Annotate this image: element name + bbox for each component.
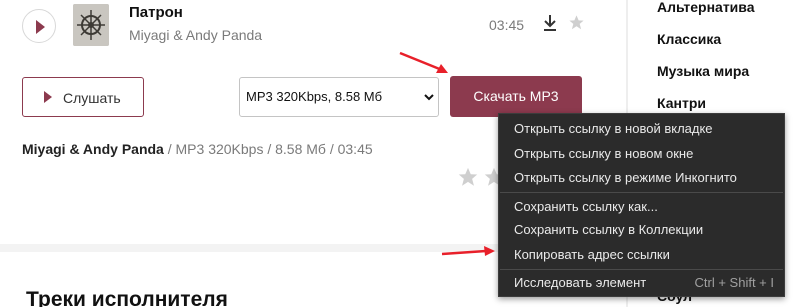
download-mp3-button[interactable]: Скачать MP3: [450, 76, 582, 117]
track-artist[interactable]: Miyagi & Andy Panda: [129, 27, 262, 43]
genre-link[interactable]: Альтернатива: [657, 0, 755, 15]
genre-link[interactable]: Музыка мира: [657, 63, 749, 79]
play-icon: [36, 20, 45, 34]
favorite-star-icon[interactable]: [568, 14, 585, 31]
album-cover: [73, 4, 109, 46]
listen-button[interactable]: Слушать: [22, 77, 144, 117]
format-select-value: MP3 320Kbps, 8.58 Мб: [246, 89, 383, 104]
menu-open-new-tab[interactable]: Открыть ссылку в новой вкладке: [514, 121, 713, 136]
annotation-arrow-icon: [441, 246, 495, 256]
format-select[interactable]: MP3 320Kbps, 8.58 Мб: [239, 77, 439, 117]
genre-link[interactable]: Кантри: [657, 95, 706, 111]
menu-open-incognito[interactable]: Открыть ссылку в режиме Инкогнито: [514, 170, 737, 185]
menu-inspect-element[interactable]: Исследовать элемент: [514, 275, 646, 290]
menu-inspect-shortcut: Ctrl + Shift + I: [694, 275, 774, 290]
play-icon: [44, 91, 52, 103]
download-button-label: Скачать MP3: [473, 88, 559, 104]
chevron-down-icon: [424, 94, 434, 101]
track-meta: Miyagi & Andy Panda / MP3 320Kbps / 8.58…: [22, 141, 373, 157]
annotation-arrow-icon: [399, 51, 448, 73]
track-duration: 03:45: [489, 17, 525, 33]
menu-separator: [500, 269, 783, 270]
genre-link[interactable]: Классика: [657, 31, 721, 47]
context-menu: Открыть ссылку в новой вкладке Открыть с…: [498, 113, 785, 297]
menu-save-link-as[interactable]: Сохранить ссылку как...: [514, 199, 658, 214]
menu-open-new-window[interactable]: Открыть ссылку в новом окне: [514, 146, 693, 161]
menu-separator: [500, 192, 783, 193]
menu-save-to-collections[interactable]: Сохранить ссылку в Коллекции: [514, 222, 703, 237]
menu-copy-link-address[interactable]: Копировать адрес ссылки: [514, 247, 670, 262]
track-title[interactable]: Патрон: [129, 4, 183, 21]
listen-button-label: Слушать: [63, 90, 121, 106]
play-button[interactable]: [22, 9, 56, 43]
section-title: Треки исполнителя: [26, 288, 228, 307]
meta-artist[interactable]: Miyagi & Andy Panda: [22, 141, 164, 157]
meta-details: / MP3 320Kbps / 8.58 Мб / 03:45: [163, 141, 373, 157]
download-icon[interactable]: [542, 14, 558, 32]
rating-star-icon[interactable]: [457, 166, 479, 188]
